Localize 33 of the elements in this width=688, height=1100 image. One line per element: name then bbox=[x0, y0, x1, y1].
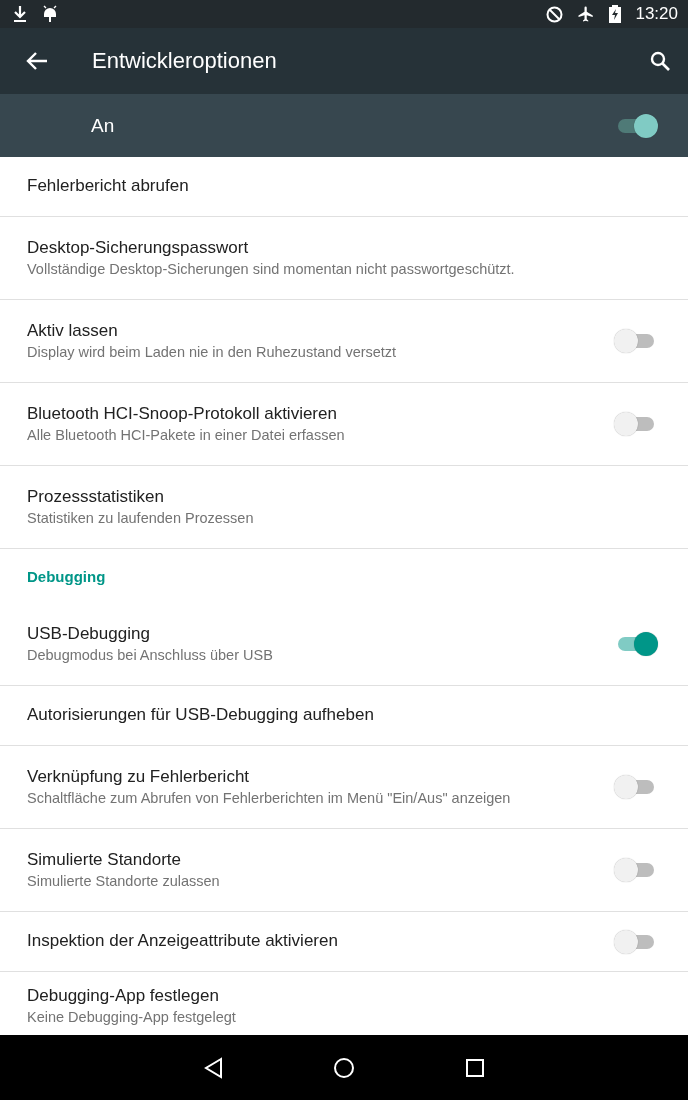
setting-title[interactable]: Simulierte Standorte bbox=[27, 849, 614, 870]
master-switch-label: An bbox=[91, 114, 116, 137]
download-icon bbox=[12, 5, 28, 23]
clock-time: 13:20 bbox=[635, 4, 678, 24]
setting-title[interactable]: Verknüpfung zu Fehlerbericht bbox=[27, 766, 614, 787]
back-icon[interactable] bbox=[203, 1056, 223, 1079]
setting-title[interactable]: Prozessstatistiken bbox=[27, 486, 658, 507]
setting-title[interactable]: Bluetooth HCI-Snoop-Protokoll aktivieren bbox=[27, 403, 614, 424]
setting-title[interactable]: Desktop-Sicherungspasswort bbox=[27, 237, 658, 258]
page-title: Entwickleroptionen bbox=[92, 48, 278, 74]
airplane-icon bbox=[577, 5, 596, 23]
search-icon[interactable] bbox=[650, 51, 670, 71]
setting-title[interactable]: Inspektion der Anzeigeattribute aktivieren bbox=[27, 931, 614, 952]
android-icon bbox=[42, 5, 58, 23]
setting-title[interactable]: Autorisierungen für USB-Debugging aufheben bbox=[27, 705, 658, 726]
recents-icon[interactable] bbox=[465, 1057, 485, 1078]
setting-title[interactable]: Fehlerbericht abrufen bbox=[27, 176, 658, 197]
section-header: Debugging bbox=[27, 567, 106, 585]
battery-charging-icon bbox=[609, 5, 622, 23]
do-not-disturb-icon bbox=[546, 5, 564, 23]
setting-summary: Display wird beim Laden nie in den Ruhezustand versetzt bbox=[27, 344, 398, 362]
home-icon[interactable] bbox=[333, 1056, 355, 1079]
back-arrow-icon[interactable] bbox=[26, 51, 48, 71]
setting-summary: Schaltfläche zum Abrufen von Fehlerberichten im Menü "Ein/Aus" anzeigen bbox=[27, 790, 512, 808]
setting-summary: Keine Debugging-App festgelegt bbox=[27, 1009, 237, 1027]
setting-title[interactable]: Aktiv lassen bbox=[27, 320, 614, 341]
setting-title[interactable]: Debugging-App festlegen bbox=[27, 986, 658, 1007]
setting-summary: Simulierte Standorte zulassen bbox=[27, 873, 221, 891]
setting-summary: Vollständige Desktop-Sicherungen sind momentan nicht passwortgeschützt. bbox=[27, 261, 516, 279]
setting-summary: Debugmodus bei Anschluss über USB bbox=[27, 647, 274, 665]
setting-summary: Alle Bluetooth HCI-Pakete in einer Datei erfassen bbox=[27, 427, 346, 445]
setting-title[interactable]: USB-Debugging bbox=[27, 623, 614, 644]
setting-summary: Statistiken zu laufenden Prozessen bbox=[27, 510, 255, 528]
